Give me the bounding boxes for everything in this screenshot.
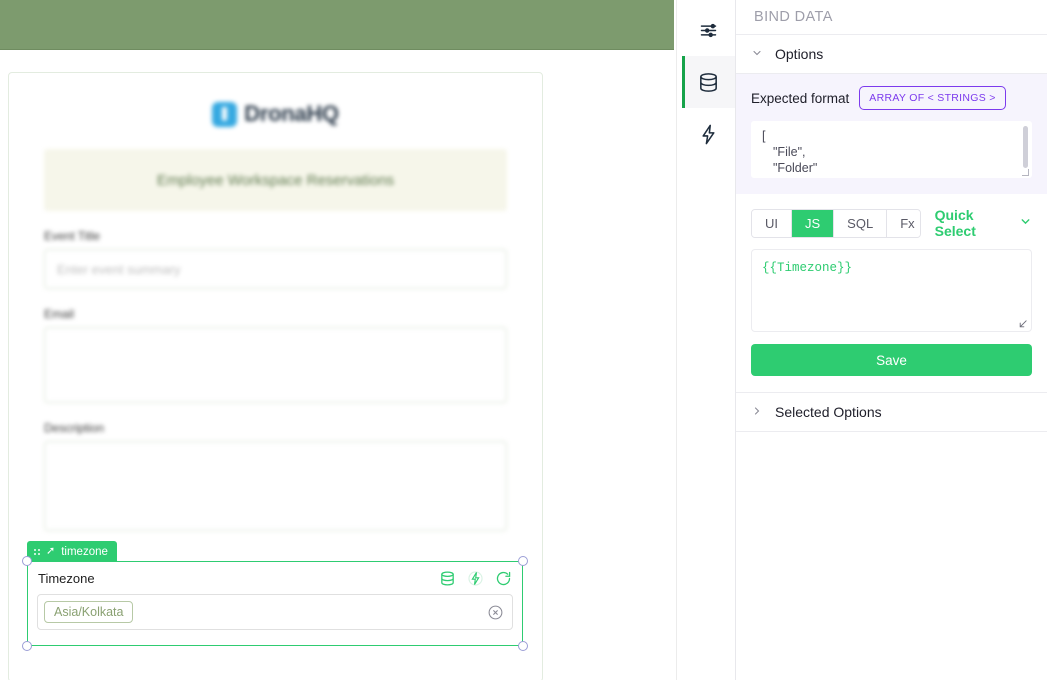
quick-select-dropdown[interactable]: Quick Select [935, 207, 1032, 239]
selected-options-section-label: Selected Options [775, 404, 882, 420]
app-banner: Employee Workspace Reservations [44, 149, 507, 211]
event-title-input[interactable]: Enter event summary [44, 249, 507, 289]
tab-sql[interactable]: SQL [834, 209, 888, 237]
chevron-down-icon [751, 47, 763, 62]
timezone-selected-chip[interactable]: Asia/Kolkata [44, 601, 134, 623]
chevron-down-icon [1019, 215, 1032, 231]
app-logo-text: DronaHQ [244, 101, 339, 126]
cursor-pointer-icon: ➚ [46, 545, 56, 557]
panel-title: BIND DATA [736, 0, 1047, 35]
app-root: DronaHQ Employee Workspace Reservations … [0, 0, 1047, 680]
expected-format-row: Expected format ARRAY OF < STRINGS > [751, 86, 1032, 110]
editor-tabs-row: UI JS SQL Fx Quick Select [751, 207, 1032, 239]
widget-selection-badge[interactable]: ➚ timezone [27, 541, 117, 562]
options-section-body: Expected format ARRAY OF < STRINGS > [ "… [736, 74, 1047, 194]
app-banner-title: Employee Workspace Reservations [156, 171, 395, 189]
field-label: Description [44, 421, 105, 435]
email-input[interactable] [44, 327, 507, 403]
options-preview-box[interactable]: [ "File", "Folder" [751, 121, 1032, 178]
preview-line: "Folder" [773, 161, 818, 175]
resize-handle-bottom-left[interactable] [22, 641, 32, 651]
input-placeholder: Enter event summary [57, 261, 181, 277]
chevron-right-icon [751, 405, 763, 420]
app-canvas: DronaHQ Employee Workspace Reservations … [0, 0, 682, 680]
database-icon[interactable] [439, 570, 456, 587]
app-logo: DronaHQ [9, 101, 542, 127]
options-section-label: Options [775, 46, 824, 62]
preview-line: "File", [773, 145, 806, 159]
refresh-icon[interactable] [495, 570, 512, 587]
expected-format-badge: ARRAY OF < STRINGS > [859, 86, 1006, 110]
timezone-select-field[interactable]: Asia/Kolkata [37, 594, 513, 630]
tab-fx[interactable]: Fx [887, 209, 920, 237]
preview-scrollbar[interactable] [1023, 126, 1028, 168]
code-editor[interactable]: {{Timezone}} [751, 249, 1032, 332]
dronahq-logo-icon [212, 101, 238, 127]
widget-badge-label: timezone [61, 545, 108, 558]
app-header-bar [0, 0, 674, 50]
save-button[interactable]: Save [751, 344, 1032, 376]
field-email: Email [44, 307, 507, 403]
rail-item-actions[interactable] [682, 108, 735, 160]
editor-tabs: UI JS SQL Fx [751, 208, 921, 238]
resize-handle-top-right[interactable] [518, 556, 528, 566]
drag-handle-icon[interactable] [34, 548, 40, 555]
quick-select-label: Quick Select [934, 207, 976, 239]
lightning-bolt-icon[interactable] [467, 570, 484, 587]
timezone-widget-actions [439, 570, 512, 587]
lightning-bolt-icon [697, 123, 720, 146]
selected-options-section-header[interactable]: Selected Options [736, 393, 1047, 432]
tab-ui[interactable]: UI [752, 209, 792, 237]
editor-icon-rail [682, 0, 736, 680]
circle-x-icon[interactable] [487, 604, 504, 621]
timezone-widget-header: Timezone [28, 562, 522, 587]
bind-data-panel: BIND DATA Options Expected format ARRAY … [736, 0, 1047, 680]
timezone-widget[interactable]: ➚ timezone Timezone Asia/Kolkata [27, 541, 523, 646]
properties-sliders-icon [698, 20, 719, 41]
timezone-widget-title: Timezone [38, 571, 95, 586]
resize-handle-bottom-right[interactable] [518, 641, 528, 651]
field-label: Event Title [44, 229, 101, 243]
options-section-header[interactable]: Options [736, 35, 1047, 74]
preview-line: [ [762, 129, 766, 143]
tab-js[interactable]: JS [792, 209, 835, 237]
resize-grip-icon[interactable] [1022, 169, 1029, 176]
binding-editor: UI JS SQL Fx Quick Select {{Timezone}} S… [736, 194, 1047, 392]
description-input[interactable] [44, 441, 507, 531]
expand-editor-icon[interactable] [1017, 317, 1027, 328]
resize-handle-top-left[interactable] [22, 556, 32, 566]
code-editor-value: {{Timezone}} [762, 261, 853, 275]
field-label: Email [44, 307, 75, 321]
field-event-title: Event Title Enter event summary [44, 229, 507, 289]
rail-item-bind-data[interactable] [682, 56, 735, 108]
field-description: Description [44, 421, 507, 531]
expected-format-label: Expected format [751, 90, 850, 106]
database-icon [697, 71, 720, 94]
rail-item-properties[interactable] [682, 4, 735, 56]
